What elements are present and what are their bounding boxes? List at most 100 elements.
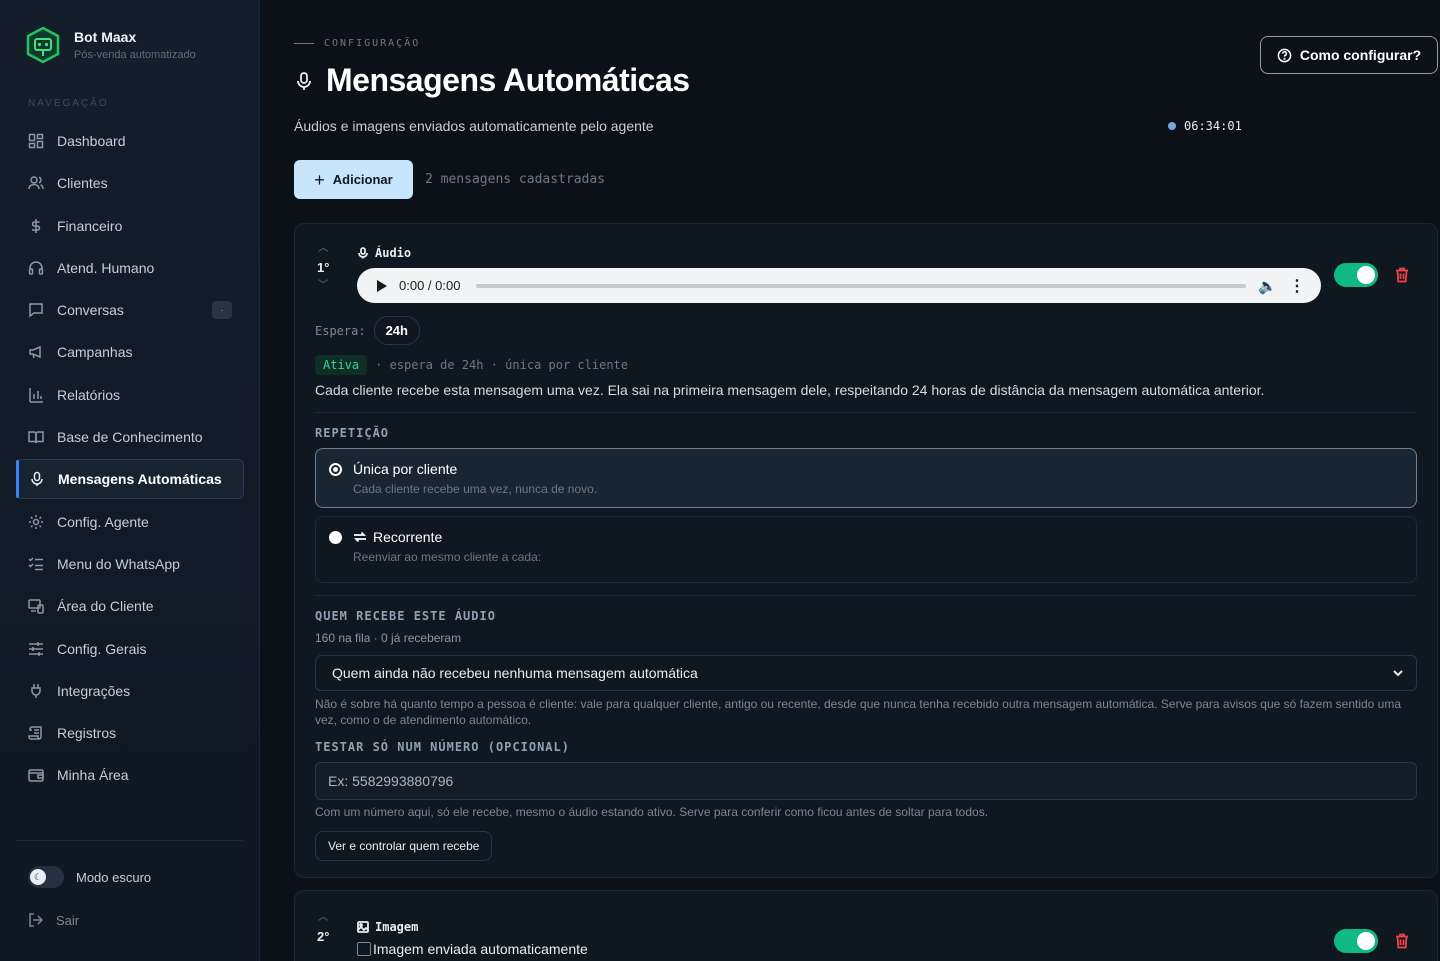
message-card-audio: ︿ 1° ﹀ Áudio 0:00 / 0:00 🔈 ⋮ Espera: 24h…: [294, 223, 1438, 878]
audio-player[interactable]: 0:00 / 0:00 🔈 ⋮: [357, 268, 1321, 303]
test-number-label: TESTAR SÓ NUM NÚMERO (OPCIONAL): [315, 740, 570, 754]
devices-icon: [28, 599, 44, 615]
megaphone-icon: [29, 346, 41, 359]
control-recipients-button[interactable]: Ver e controlar quem recebe: [315, 831, 493, 861]
sidebar-item-label: Minha Área: [57, 767, 129, 784]
type-label-text: Áudio: [375, 246, 412, 260]
bar-chart-icon: [29, 387, 43, 403]
status-meta: · espera de 24h · única por cliente: [375, 358, 628, 372]
sidebar-item-menu-whatsapp[interactable]: Menu do WhatsApp: [16, 544, 244, 584]
sidebar-item-label: Config. Gerais: [57, 640, 147, 657]
sidebar-item-label: Financeiro: [57, 217, 123, 234]
dark-mode-toggle[interactable]: ☾ Modo escuro: [28, 866, 151, 888]
wait-value[interactable]: 24h: [373, 316, 420, 345]
image-alt-text: Imagem enviada automaticamente: [373, 941, 588, 957]
delete-button[interactable]: [1395, 933, 1409, 949]
logout-button[interactable]: Sair: [28, 912, 79, 928]
sidebar-item-relatorios[interactable]: Relatórios: [16, 375, 244, 415]
sidebar-item-financeiro[interactable]: Financeiro: [16, 206, 244, 246]
moon-icon: ☾: [30, 869, 46, 885]
plug-icon: [31, 683, 41, 698]
add-button[interactable]: + Adicionar: [294, 160, 413, 199]
enabled-toggle[interactable]: [1334, 263, 1378, 287]
radio-unchecked[interactable]: [329, 531, 342, 544]
enabled-toggle[interactable]: [1334, 929, 1378, 953]
sidebar-item-base-conhecimento[interactable]: Base de Conhecimento: [16, 417, 244, 457]
volume-icon[interactable]: 🔈: [1258, 277, 1277, 295]
message-card-image: ︿ 2° Imagem Imagem enviada automaticamen…: [294, 890, 1438, 961]
list-icon: [28, 557, 43, 571]
eyebrow-text: CONFIGURAÇÃO: [324, 38, 421, 49]
clock-dot: [1168, 122, 1176, 130]
toggle-knob: [1357, 266, 1375, 284]
page-subtitle: Áudios e imagens enviados automaticament…: [294, 118, 654, 134]
repetition-label: REPETIÇÃO: [315, 426, 390, 440]
image-preview: Imagem enviada automaticamente: [357, 941, 588, 957]
eyebrow: CONFIGURAÇÃO: [294, 38, 420, 49]
headset-icon: [28, 261, 44, 275]
type-label: Imagem: [357, 920, 418, 934]
dark-mode-switch[interactable]: ☾: [28, 866, 64, 888]
option-unique-per-client[interactable]: Única por cliente Cada cliente recebe um…: [315, 448, 1417, 508]
more-options-icon[interactable]: ⋮: [1289, 276, 1305, 296]
scroll-icon: [28, 726, 42, 740]
sidebar: Bot Maax Pós-venda automatizado NAVEGAÇÃ…: [0, 0, 260, 961]
sidebar-item-label: Clientes: [57, 175, 108, 192]
brand[interactable]: Bot Maax Pós-venda automatizado: [24, 26, 196, 64]
sidebar-item-label: Atend. Humano: [57, 259, 155, 276]
option-recurring[interactable]: Recorrente Reenviar ao mesmo cliente a c…: [315, 516, 1417, 583]
users-icon: [28, 176, 44, 190]
nav-section-label: NAVEGAÇÃO: [28, 98, 109, 109]
order-number: 2°: [317, 929, 330, 944]
gear-icon: [29, 514, 43, 529]
sidebar-item-integracoes[interactable]: Integrações: [16, 671, 244, 711]
how-to-configure-button[interactable]: Como configurar?: [1260, 36, 1438, 74]
radio-checked[interactable]: [329, 463, 342, 476]
sidebar-item-config-gerais[interactable]: Config. Gerais: [16, 629, 244, 669]
page-title-text: Mensagens Automáticas: [326, 62, 690, 98]
dark-mode-label: Modo escuro: [76, 869, 152, 885]
test-number-help: Com um número aqui, só ele recebe, mesmo…: [315, 805, 989, 819]
sidebar-item-registros[interactable]: Registros: [16, 713, 244, 753]
delete-button[interactable]: [1395, 267, 1409, 283]
test-number-placeholder: Ex: 5582993880796: [328, 773, 454, 789]
how-to-label: Como configurar?: [1299, 47, 1422, 63]
clock: 06:34:01: [1168, 119, 1242, 133]
type-label: Áudio: [357, 246, 411, 260]
sidebar-item-atend-humano[interactable]: Atend. Humano: [16, 248, 244, 288]
mic-icon: [31, 472, 43, 487]
sidebar-item-label: Mensagens Automáticas: [58, 471, 222, 488]
brand-subtitle: Pós-venda automatizado: [74, 49, 196, 61]
sidebar-item-dashboard[interactable]: Dashboard: [16, 121, 244, 161]
sidebar-item-area-cliente[interactable]: Área do Cliente: [16, 586, 244, 626]
move-up-icon[interactable]: ︿: [318, 244, 328, 254]
sidebar-item-config-agente[interactable]: Config. Agente: [16, 502, 244, 542]
broken-image-icon: [357, 942, 371, 956]
sidebar-item-clientes[interactable]: Clientes: [16, 163, 244, 203]
message-description: Cada cliente recebe esta mensagem uma ve…: [315, 382, 1265, 398]
move-down-icon[interactable]: ﹀: [318, 281, 328, 291]
bot-logo-icon: [26, 26, 60, 64]
eyebrow-line: [294, 43, 314, 44]
sidebar-item-mensagens-automaticas[interactable]: Mensagens Automáticas: [16, 459, 244, 500]
sidebar-item-campanhas[interactable]: Campanhas: [16, 332, 244, 372]
test-number-input[interactable]: Ex: 5582993880796: [315, 762, 1417, 800]
audio-progress[interactable]: [476, 283, 1247, 288]
sidebar-item-label: Campanhas: [57, 344, 133, 361]
message-count: 2 mensagens cadastradas: [425, 172, 606, 187]
toggle-knob: [1357, 932, 1375, 950]
sidebar-item-minha-area[interactable]: Minha Área: [16, 755, 244, 795]
play-icon[interactable]: [377, 279, 387, 292]
sidebar-item-conversas[interactable]: Conversas ·: [16, 290, 244, 330]
audience-select[interactable]: Quem ainda não recebeu nenhuma mensagem …: [315, 655, 1417, 691]
audience-help: Não é sobre há quanto tempo a pessoa é c…: [315, 697, 1402, 727]
mic-icon: [297, 71, 311, 90]
trash-icon: [1396, 267, 1408, 283]
move-up-icon[interactable]: ︿: [318, 913, 328, 923]
option-title: Única por cliente: [353, 461, 457, 477]
wait-row: Espera: 24h: [315, 316, 420, 345]
add-label: Adicionar: [332, 172, 393, 187]
brand-name: Bot Maax: [74, 29, 137, 45]
audience-select-value: Quem ainda não recebeu nenhuma mensagem …: [332, 665, 698, 681]
option-subtitle: Cada cliente recebe uma vez, nunca de no…: [353, 482, 598, 496]
